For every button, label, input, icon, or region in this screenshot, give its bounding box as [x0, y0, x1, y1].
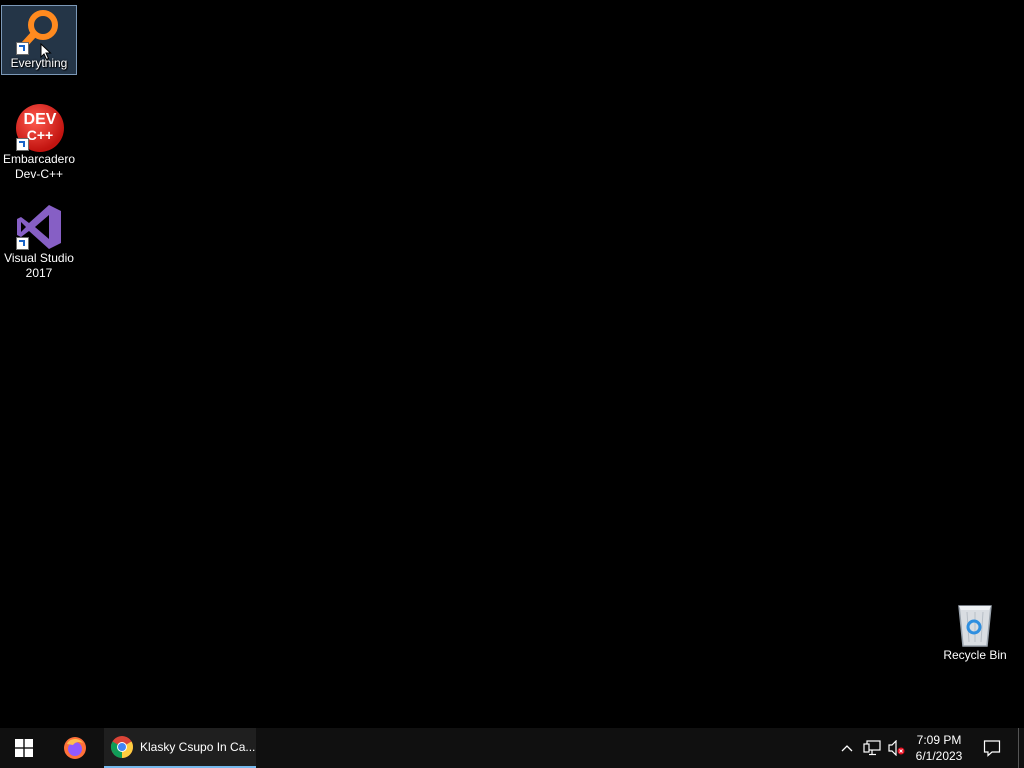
taskbar-chrome-window[interactable]: Klasky Csupo In Ca... [104, 728, 256, 768]
chevron-up-icon [841, 745, 853, 752]
tray-clock[interactable]: 7:09 PM 6/1/2023 [910, 728, 968, 768]
network-icon [863, 740, 881, 756]
chrome-icon [111, 736, 133, 758]
clock-time: 7:09 PM [916, 733, 962, 747]
notification-icon [983, 740, 1001, 757]
shortcut-arrow-icon [16, 138, 29, 151]
desktop-icon-label-line2: Dev-C++ [14, 167, 64, 181]
devcpp-glyph-top: DEV [23, 111, 57, 128]
desktop-icon-label: Recycle Bin [943, 648, 1007, 662]
devcpp-app-icon: DEV C++ [15, 104, 64, 152]
desktop-icon-label-line1: Visual Studio [4, 251, 74, 265]
show-desktop-button[interactable] [1018, 728, 1019, 768]
tray-volume[interactable] [884, 728, 908, 768]
shortcut-arrow-icon [16, 42, 29, 55]
desktop-icon-visual-studio[interactable]: Visual Studio 2017 [1, 203, 77, 281]
desktop-icon-label: Everything [10, 56, 68, 70]
taskbar-window-title: Klasky Csupo In Ca... [140, 740, 256, 754]
tray-network[interactable] [860, 728, 884, 768]
desktop-icon-label-line1: Embarcadero [2, 152, 76, 166]
desktop-icon-label-line2: 2017 [25, 266, 53, 280]
visual-studio-app-icon [15, 203, 63, 251]
windows-logo-icon [15, 739, 33, 757]
everything-app-icon [15, 8, 63, 56]
taskbar: Klasky Csupo In Ca... 7:09 PM 6/1/2023 [0, 728, 1024, 768]
mouse-cursor-icon [40, 42, 52, 66]
desktop-icon-everything[interactable]: Everything [1, 5, 77, 75]
recycle-bin-icon [951, 600, 999, 648]
desktop-icon-devcpp[interactable]: DEV C++ Embarcadero Dev-C++ [1, 104, 77, 182]
taskbar-firefox-button[interactable] [52, 728, 98, 768]
shortcut-arrow-icon [16, 237, 29, 250]
volume-muted-icon [888, 740, 905, 756]
desktop-icon-recycle-bin[interactable]: Recycle Bin [937, 600, 1013, 663]
clock-date: 6/1/2023 [915, 749, 963, 763]
action-center-button[interactable] [978, 728, 1006, 768]
start-button[interactable] [0, 728, 48, 768]
tray-show-hidden-icons[interactable] [836, 728, 858, 768]
firefox-icon [64, 737, 86, 759]
